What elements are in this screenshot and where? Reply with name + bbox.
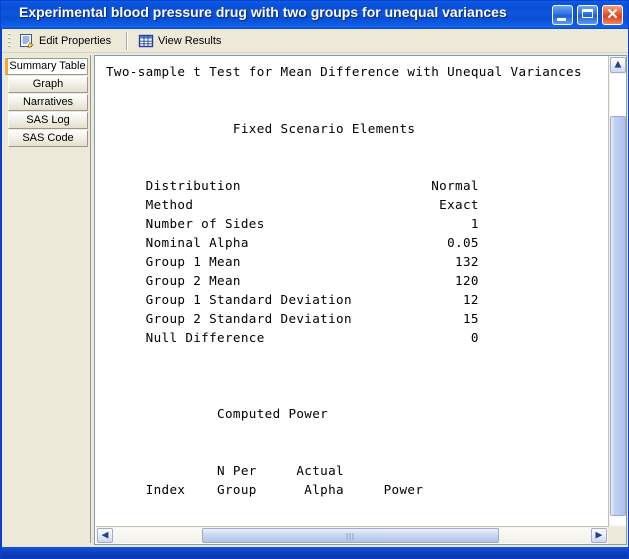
document-pencil-icon xyxy=(19,33,35,49)
sidebar: Summary Table Graph Narratives SAS Log S… xyxy=(4,55,91,543)
report-text: Two-sample t Test for Mean Difference wi… xyxy=(106,62,582,527)
application-window: Experimental blood pressure drug with tw… xyxy=(0,0,629,559)
scroll-up-button[interactable]: ▲ xyxy=(610,57,626,73)
sidebar-item-summary-table[interactable]: Summary Table xyxy=(5,58,88,75)
scrollbar-grip-icon xyxy=(346,533,355,540)
sidebar-item-sas-log[interactable]: SAS Log xyxy=(8,112,88,129)
scroll-right-button[interactable]: ▶ xyxy=(591,528,607,543)
maximize-icon xyxy=(582,9,593,18)
view-results-label: View Results xyxy=(158,35,221,47)
close-icon: ✕ xyxy=(603,6,622,24)
minimize-icon xyxy=(557,18,566,21)
vertical-scrollbar-thumb[interactable] xyxy=(610,116,626,516)
results-panel: Two-sample t Test for Mean Difference wi… xyxy=(94,55,627,545)
sidebar-item-sas-code[interactable]: SAS Code xyxy=(8,130,88,147)
edit-properties-label: Edit Properties xyxy=(39,35,111,47)
scrollbar-corner xyxy=(608,527,626,544)
chevron-right-icon: ▶ xyxy=(596,531,603,540)
scroll-left-button[interactable]: ◀ xyxy=(97,528,113,543)
sidebar-item-graph[interactable]: Graph xyxy=(8,76,88,93)
vertical-scrollbar[interactable]: ▲ ▼ xyxy=(608,56,626,544)
view-results-button[interactable]: View Results xyxy=(135,31,224,51)
toolbar-drag-handle[interactable] xyxy=(8,33,11,49)
edit-properties-button[interactable]: Edit Properties xyxy=(16,31,114,51)
sidebar-item-narratives[interactable]: Narratives xyxy=(8,94,88,111)
window-bottom-border xyxy=(1,547,629,558)
table-grid-icon xyxy=(138,33,154,49)
maximize-button[interactable] xyxy=(577,5,598,25)
minimize-button[interactable] xyxy=(552,5,573,25)
client-area: Summary Table Graph Narratives SAS Log S… xyxy=(2,53,629,547)
chevron-up-icon: ▲ xyxy=(615,61,622,70)
chevron-left-icon: ◀ xyxy=(102,531,109,540)
horizontal-scrollbar[interactable]: ◀ ▶ xyxy=(96,526,608,543)
close-button[interactable]: ✕ xyxy=(602,5,623,25)
summary-table-output[interactable]: Two-sample t Test for Mean Difference wi… xyxy=(96,57,608,527)
window-title: Experimental blood pressure drug with tw… xyxy=(19,4,507,20)
title-bar: Experimental blood pressure drug with tw… xyxy=(1,1,629,29)
horizontal-scrollbar-thumb[interactable] xyxy=(202,528,499,543)
toolbar: Edit Properties View Results xyxy=(2,29,629,53)
toolbar-separator xyxy=(126,32,128,50)
